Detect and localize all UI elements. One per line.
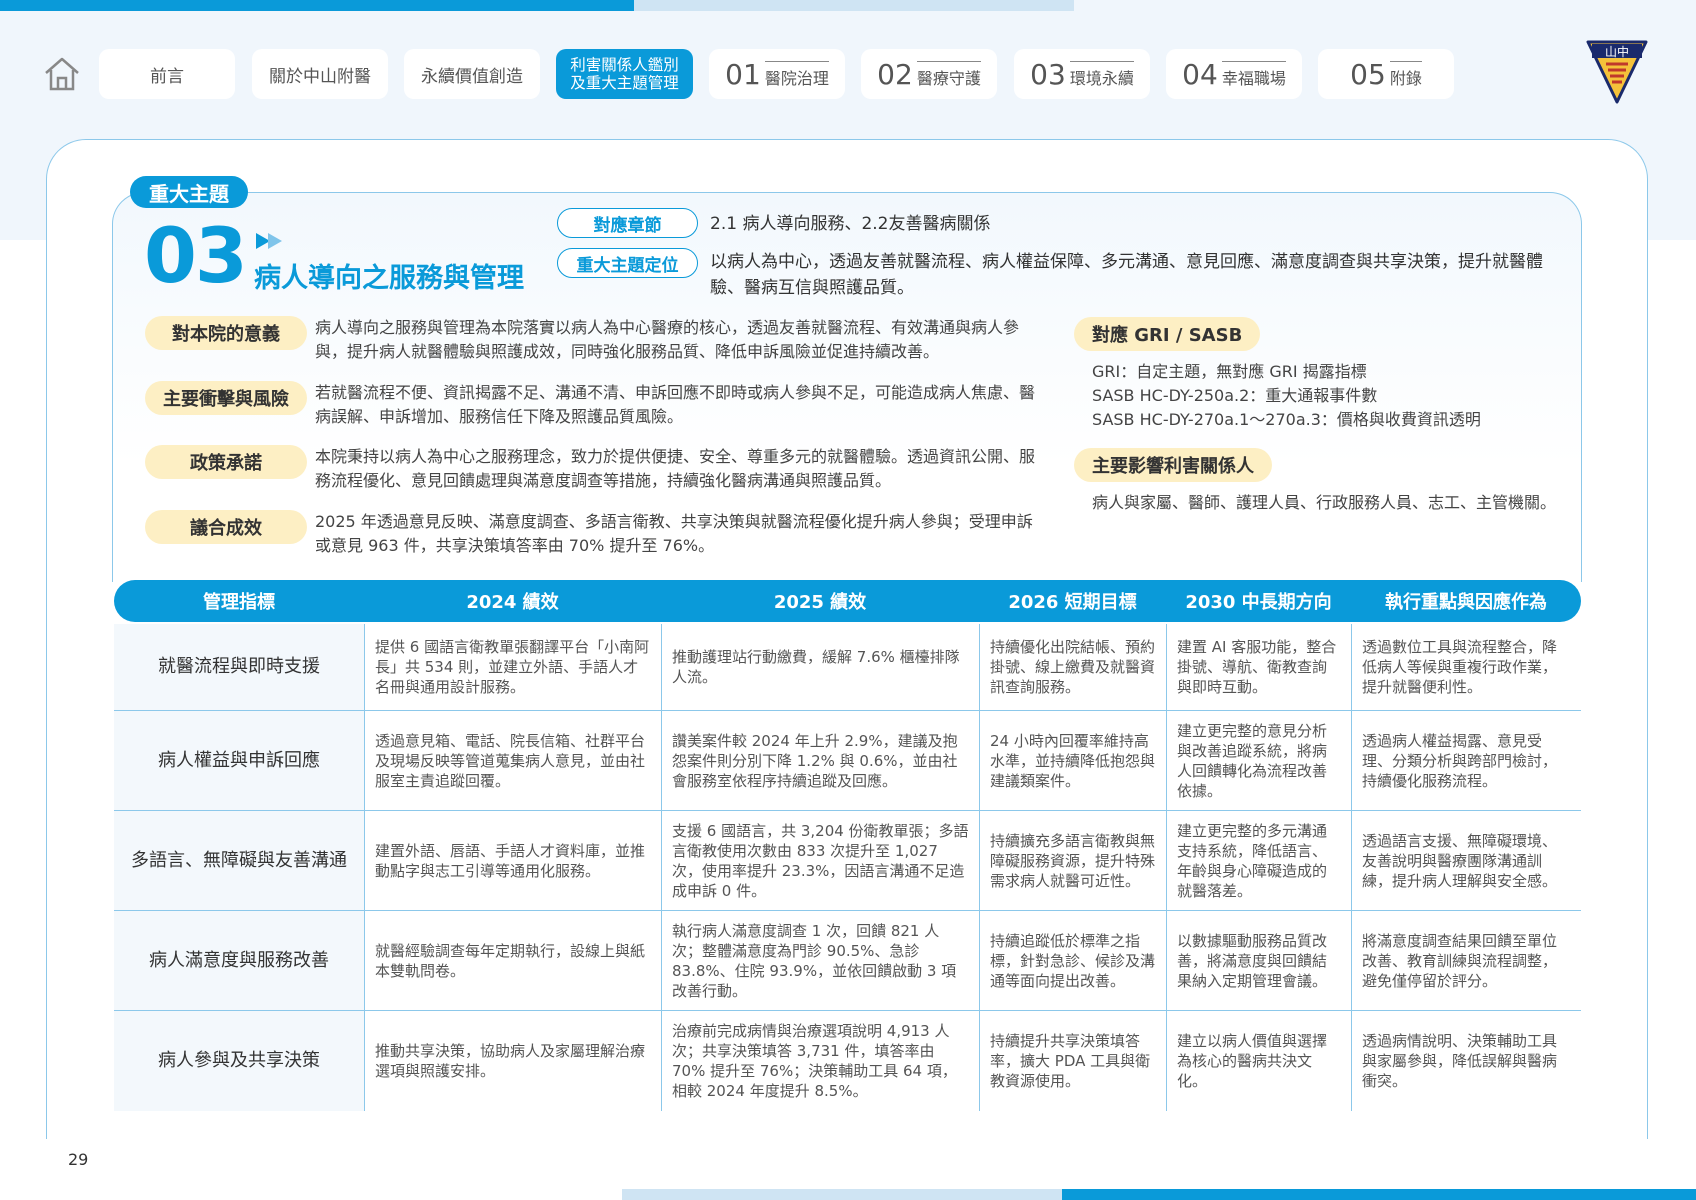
impact-risk-text: 若就醫流程不便、資訊揭露不足、溝通不清、申訴回應不即時或病人參與不足，可能造成病… <box>315 383 1036 426</box>
svg-text:山中: 山中 <box>1605 44 1629 59</box>
nav-tab-about[interactable]: 關於中山附醫 <box>252 49 388 99</box>
table-row: 病人滿意度與服務改善 就醫經驗調查每年定期執行，設線上與紙本雙軌問卷。 執行病人… <box>114 911 1581 1011</box>
table-row: 就醫流程與即時支援 提供 6 國語言衛教單張翻譯平台「小南阿長」共 534 則，… <box>114 624 1581 711</box>
sasb-line-1: SASB HC-DY-250a.2：重大通報事件數 <box>1092 386 1378 405</box>
table-row: 病人權益與申訴回應 透過意見箱、電話、院長信箱、社群平台及現場反映等管道蒐集病人… <box>114 711 1581 811</box>
table-header: 管理指標 2024 績效 2025 績效 2026 短期目標 2030 中長期方… <box>114 580 1581 622</box>
nav-tab-chapter-01[interactable]: 01 醫院治理 <box>709 49 845 99</box>
impact-risk-label: 主要衝擊與風險 <box>145 381 307 415</box>
nav-tab-chapter-05[interactable]: 05 附錄 <box>1318 49 1454 99</box>
table-row: 病人參與及共享決策 推動共享決策，協助病人及家屬理解治療選項與照護安排。 治療前… <box>114 1011 1581 1111</box>
engagement-text: 2025 年透過意見反映、滿意度調查、多語言衛教、共享決策與就醫流程優化提升病人… <box>315 512 1033 555</box>
nav-tab-chapter-03[interactable]: 03 環境永續 <box>1014 49 1150 99</box>
top-accent-bar <box>0 0 634 11</box>
hospital-logo[interactable]: 山中 <box>1584 38 1650 106</box>
material-topic-badge: 重大主題 <box>130 176 248 208</box>
meaning-text: 病人導向之服務與管理為本院落實以病人為中心醫療的核心，透過友善就醫流程、有效溝通… <box>315 318 1020 361</box>
nav-tab-value[interactable]: 永續價值創造 <box>404 49 540 99</box>
policy-label: 政策承諾 <box>145 445 307 479</box>
topic-title: 病人導向之服務與管理 <box>254 263 524 294</box>
col-indicator: 管理指標 <box>203 592 275 613</box>
bottom-accent-bar <box>1062 1189 1696 1200</box>
col-2024: 2024 績效 <box>466 592 559 613</box>
nav-tab-stakeholder[interactable]: 利害關係人鑑別 及重大主題管理 <box>556 49 693 99</box>
nav-tab-chapter-04[interactable]: 04 幸福職場 <box>1166 49 1302 99</box>
sasb-line-2: SASB HC-DY-270a.1～270a.3：價格與收費資訊透明 <box>1092 410 1481 429</box>
topic-number: 03 <box>144 211 248 300</box>
nav-tab-preface[interactable]: 前言 <box>99 49 235 99</box>
bottom-accent-bar-light <box>622 1189 1062 1200</box>
position-label: 重大主題定位 <box>557 248 698 278</box>
stakeholders-label: 主要影響利害關係人 <box>1074 448 1272 482</box>
table-row: 多語言、無障礙與友善溝通 建置外語、唇語、手語人才資料庫，並推動點字與志工引導等… <box>114 811 1581 911</box>
nav-tab-chapter-02[interactable]: 02 醫療守護 <box>861 49 997 99</box>
col-2026: 2026 短期目標 <box>1008 592 1137 613</box>
col-2025: 2025 績效 <box>773 592 867 613</box>
play-arrows-icon <box>256 233 282 249</box>
gri-sasb-label: 對應 GRI / SASB <box>1074 317 1261 351</box>
meaning-label: 對本院的意義 <box>145 316 307 350</box>
engagement-label: 議合成效 <box>145 510 307 544</box>
gri-line: GRI：自定主題，無對應 GRI 揭露指標 <box>1092 362 1367 381</box>
col-actions: 執行重點與因應作為 <box>1385 592 1547 613</box>
col-2030: 2030 中長期方向 <box>1185 592 1332 613</box>
stakeholders-text: 病人與家屬、醫師、護理人員、行政服務人員、志工、主管機關。 <box>1092 493 1557 512</box>
home-icon[interactable] <box>42 54 82 94</box>
position-value: 以病人為中心，透過友善就醫流程、病人權益保障、多元溝通、意見回應、滿意度調查與共… <box>710 252 1543 298</box>
chapter-value: 2.1 病人導向服務、2.2友善醫病關係 <box>710 214 991 234</box>
chapter-label: 對應章節 <box>557 208 698 238</box>
policy-text: 本院秉持以病人為中心之服務理念，致力於提供便捷、安全、尊重多元的就醫體驗。透過資… <box>315 447 1036 490</box>
page-number: 29 <box>68 1150 89 1169</box>
top-accent-bar-light <box>634 0 1074 11</box>
